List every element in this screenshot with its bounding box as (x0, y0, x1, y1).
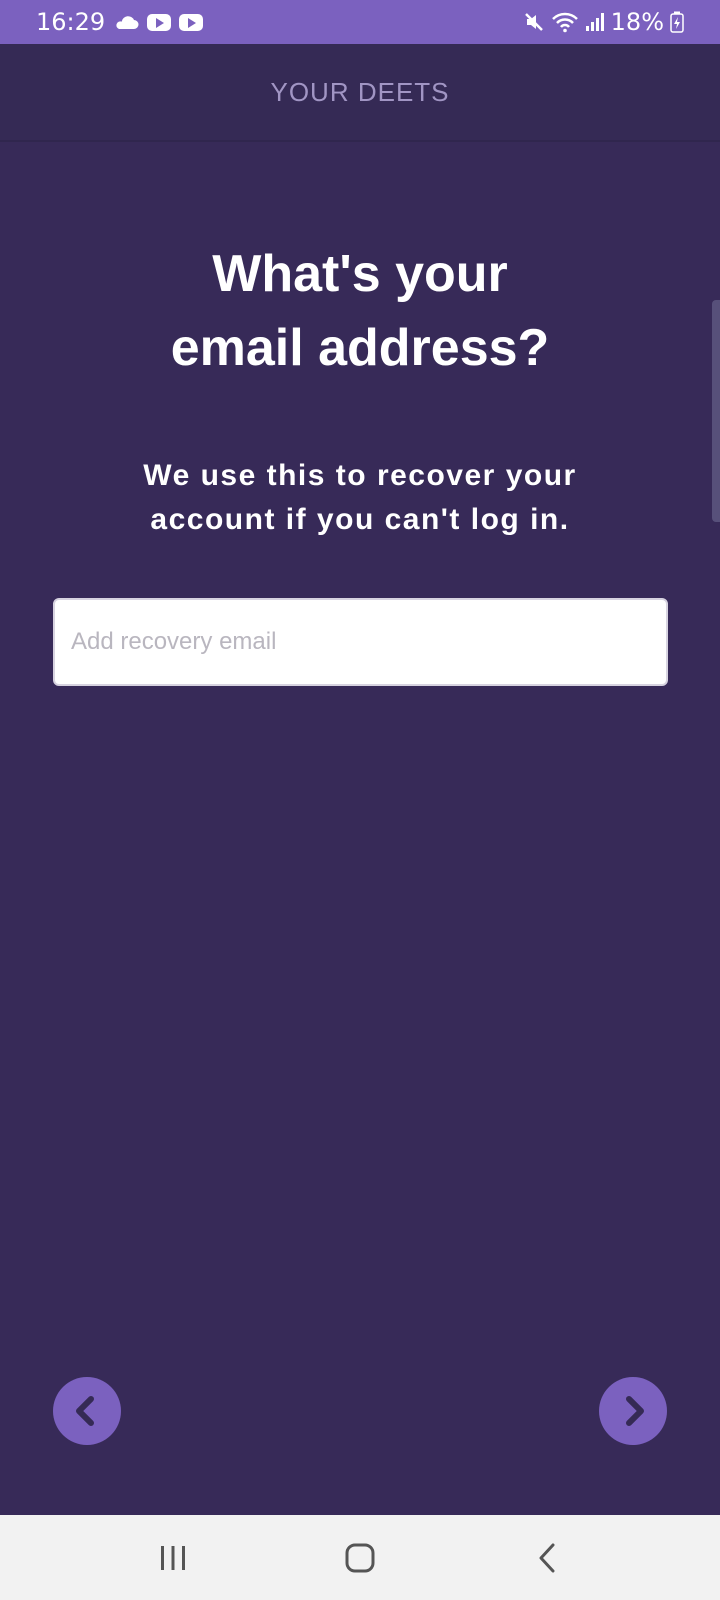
home-button[interactable] (330, 1533, 390, 1583)
scroll-indicator[interactable] (712, 300, 720, 522)
mute-icon (523, 11, 545, 33)
question-line-1: What's your (212, 245, 508, 303)
battery-charging-icon (670, 11, 684, 33)
subtitle-line-2: account if you can't log in. (150, 503, 570, 536)
main-content: What's your email address? We use this t… (0, 142, 720, 1515)
chevron-right-icon (626, 1396, 644, 1426)
back-button[interactable] (517, 1533, 577, 1583)
home-icon (345, 1543, 375, 1572)
question-subtitle: We use this to recover your account if y… (80, 454, 640, 542)
status-time: 16:29 (36, 8, 106, 36)
question-heading: What's your email address? (60, 237, 660, 385)
back-icon (539, 1543, 555, 1572)
status-bar: 16:29 18% (0, 0, 720, 44)
next-button[interactable] (599, 1377, 667, 1445)
youtube-icon (179, 13, 204, 31)
signal-icon (585, 12, 605, 32)
youtube-icon (147, 13, 172, 31)
header-title: YOUR DEETS (270, 76, 450, 107)
chevron-left-icon (76, 1396, 94, 1426)
status-right: 18% (523, 8, 684, 36)
subtitle-line-1: We use this to recover your (143, 459, 577, 492)
wifi-icon (551, 11, 579, 33)
cloud-icon (113, 14, 139, 30)
status-left: 16:29 (36, 8, 204, 36)
recovery-email-input[interactable] (53, 598, 668, 686)
recents-button[interactable] (143, 1533, 203, 1583)
battery-percent: 18% (610, 8, 664, 36)
question-line-2: email address? (170, 319, 550, 377)
previous-button[interactable] (53, 1377, 121, 1445)
system-nav-bar (0, 1515, 720, 1600)
app-header: YOUR DEETS (0, 44, 720, 142)
recents-icon (161, 1545, 186, 1570)
